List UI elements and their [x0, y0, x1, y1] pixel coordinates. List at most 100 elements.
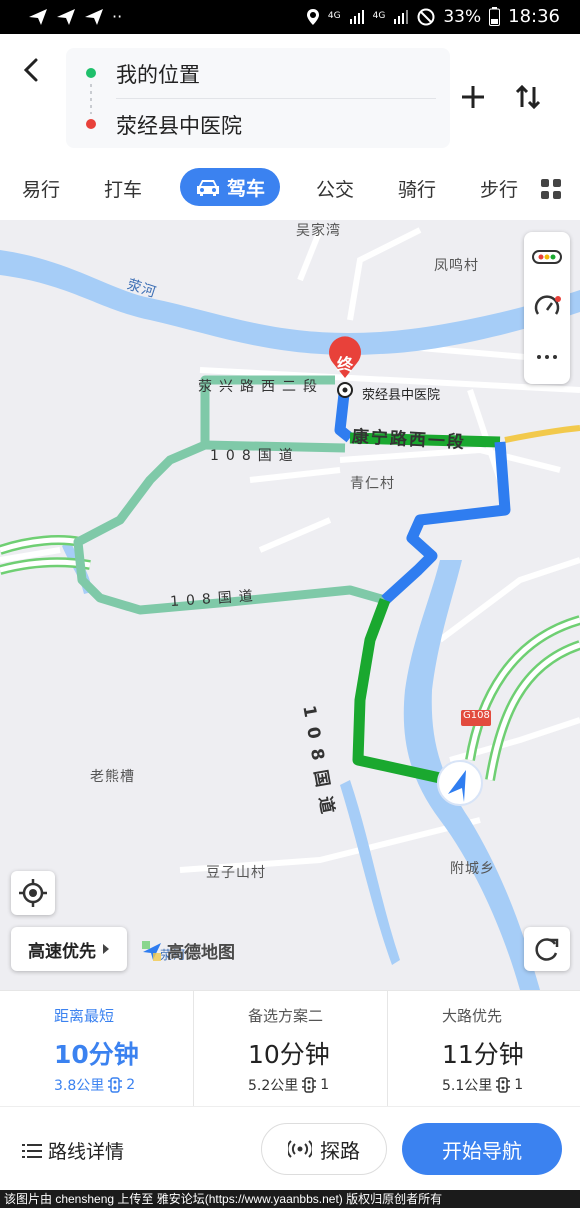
route-radar-button[interactable] — [530, 290, 564, 324]
route-details-label: 路线详情 — [48, 1141, 125, 1163]
swap-route-button[interactable] — [511, 80, 545, 114]
page: ·· 4G 4G 33% 18:36 我的位置 荥经县中医院 易行 打车 驾车 … — [0, 0, 580, 1208]
list-icon — [22, 1143, 42, 1158]
battery-icon — [489, 7, 501, 26]
battery-percent: 33% — [443, 6, 482, 27]
network-type-2: 4G — [372, 11, 386, 21]
place-label: 附城乡 — [450, 861, 495, 877]
traffic-toggle[interactable] — [530, 240, 564, 274]
send-icon — [29, 8, 47, 25]
more-modes-button[interactable] — [540, 178, 562, 200]
add-waypoint-button[interactable] — [456, 80, 490, 114]
network-type: 4G — [327, 11, 341, 21]
route-connector — [90, 84, 92, 114]
plan-distance: 5.2公里 — [248, 1078, 299, 1094]
destination-marker-label: 终 — [337, 355, 354, 374]
end-dot-icon — [86, 119, 96, 129]
broadcast-icon — [288, 1140, 312, 1158]
send-icon — [85, 8, 103, 25]
send-icon — [57, 8, 75, 25]
place-label: 青仁村 — [350, 476, 395, 492]
destination-field[interactable]: 荥经县中医院 — [116, 110, 242, 140]
plan-time: 10分钟 — [248, 1040, 330, 1069]
refresh-route-button[interactable] — [524, 927, 570, 971]
plan-time: 10分钟 — [54, 1040, 139, 1069]
plan-card-alternative[interactable]: 备选方案二 10分钟 5.2公里 1 — [194, 991, 387, 1107]
map-side-panel — [524, 232, 570, 384]
swap-icon — [515, 84, 541, 110]
amap-logo-text: 高德地图 — [167, 943, 235, 963]
speedometer-icon — [534, 295, 561, 315]
route-plans: 距离最短 10分钟 3.8公里 2 备选方案二 10分钟 5.2公里 1 大路优… — [0, 990, 580, 1107]
more-options-button[interactable] — [530, 340, 564, 374]
refresh-icon — [535, 938, 559, 961]
plan-lights: 1 — [320, 1077, 330, 1093]
road-label: 108国道 — [210, 448, 300, 464]
tab-yixing[interactable]: 易行 — [22, 175, 60, 202]
plan-name: 大路优先 — [442, 1007, 503, 1025]
plan-meta: 5.1公里 1 — [442, 1075, 523, 1095]
grid-icon — [541, 179, 561, 199]
route-header: 我的位置 荥经县中医院 — [0, 34, 580, 160]
route-priority-button[interactable]: 高速优先 — [11, 927, 127, 971]
traffic-light-icon — [532, 250, 562, 264]
explore-route-button[interactable]: 探路 — [261, 1123, 387, 1175]
place-label: 豆子山村 — [206, 865, 266, 881]
explore-label: 探路 — [320, 1138, 360, 1163]
plan-name: 备选方案二 — [248, 1007, 324, 1025]
plus-icon — [462, 86, 484, 108]
travel-mode-tabs: 易行 打车 驾车 公交 骑行 步行 — [0, 160, 580, 220]
bottom-action-bar: 路线详情 探路 开始导航 — [0, 1106, 580, 1190]
river-channel — [340, 780, 400, 965]
tab-bike[interactable]: 骑行 — [398, 175, 436, 202]
plan-meta: 3.8公里 2 — [54, 1075, 135, 1095]
do-not-disturb-icon — [417, 8, 435, 25]
plan-meta: 5.2公里 1 — [248, 1075, 329, 1095]
plan-lights: 2 — [126, 1077, 136, 1093]
plan-card-main-roads[interactable]: 大路优先 11分钟 5.1公里 1 — [388, 991, 580, 1107]
road-label: 荥兴路西二段 — [198, 379, 324, 395]
amap-logo-icon — [142, 940, 161, 961]
traffic-light-count-icon — [108, 1077, 123, 1093]
locate-me-button[interactable] — [11, 871, 55, 915]
plan-name: 距离最短 — [54, 1007, 115, 1025]
tab-walk[interactable]: 步行 — [480, 175, 518, 202]
route-input-box: 我的位置 荥经县中医院 — [66, 48, 450, 148]
signal-icon — [349, 9, 364, 24]
clock: 18:36 — [508, 6, 560, 27]
amap-logo: 高德地图 — [141, 938, 235, 963]
place-label: 凤鸣村 — [434, 258, 479, 274]
start-location-field[interactable]: 我的位置 — [116, 59, 200, 89]
plan-lights: 1 — [514, 1077, 524, 1093]
plan-card-shortest[interactable]: 距离最短 10分钟 3.8公里 2 — [0, 991, 193, 1107]
tab-taxi[interactable]: 打车 — [104, 175, 142, 202]
location-icon — [306, 8, 319, 25]
tab-drive[interactable]: 驾车 — [180, 168, 280, 206]
river — [0, 250, 580, 355]
destination-map-label: 荥经县中医院 — [362, 388, 441, 403]
watermark: 该图片由 chensheng 上传至 雅安论坛(https://www.yaan… — [0, 1190, 580, 1208]
map-view[interactable]: 吴家湾 凤鸣村 荥河 青仁村 老熊槽 豆子山村 附城乡 G108 荥河 荥兴路西… — [0, 220, 580, 990]
g108-label: G108 — [463, 710, 490, 721]
plan-distance: 5.1公里 — [442, 1078, 493, 1094]
crosshair-icon — [19, 879, 47, 907]
status-bar: ·· 4G 4G 33% 18:36 — [0, 0, 580, 34]
car-icon — [196, 180, 219, 196]
start-dot-icon — [86, 68, 96, 78]
road-yellow — [504, 425, 580, 443]
route-details-button[interactable]: 路线详情 — [22, 1137, 124, 1164]
tab-bus[interactable]: 公交 — [316, 175, 354, 202]
more-dots-icon — [537, 355, 557, 359]
route-priority-label: 高速优先 — [28, 941, 96, 962]
signal-icon — [394, 9, 409, 24]
tab-drive-label: 驾车 — [226, 177, 265, 200]
traffic-light-count-icon — [302, 1077, 317, 1093]
chevron-left-icon — [23, 58, 38, 82]
start-navigation-button[interactable]: 开始导航 — [402, 1123, 562, 1175]
plan-distance: 3.8公里 — [54, 1078, 105, 1094]
back-button[interactable] — [14, 52, 50, 88]
place-label: 老熊槽 — [90, 769, 135, 785]
highway-g108 — [485, 640, 580, 781]
place-label: 吴家湾 — [296, 223, 341, 239]
plan-time: 11分钟 — [442, 1040, 524, 1069]
